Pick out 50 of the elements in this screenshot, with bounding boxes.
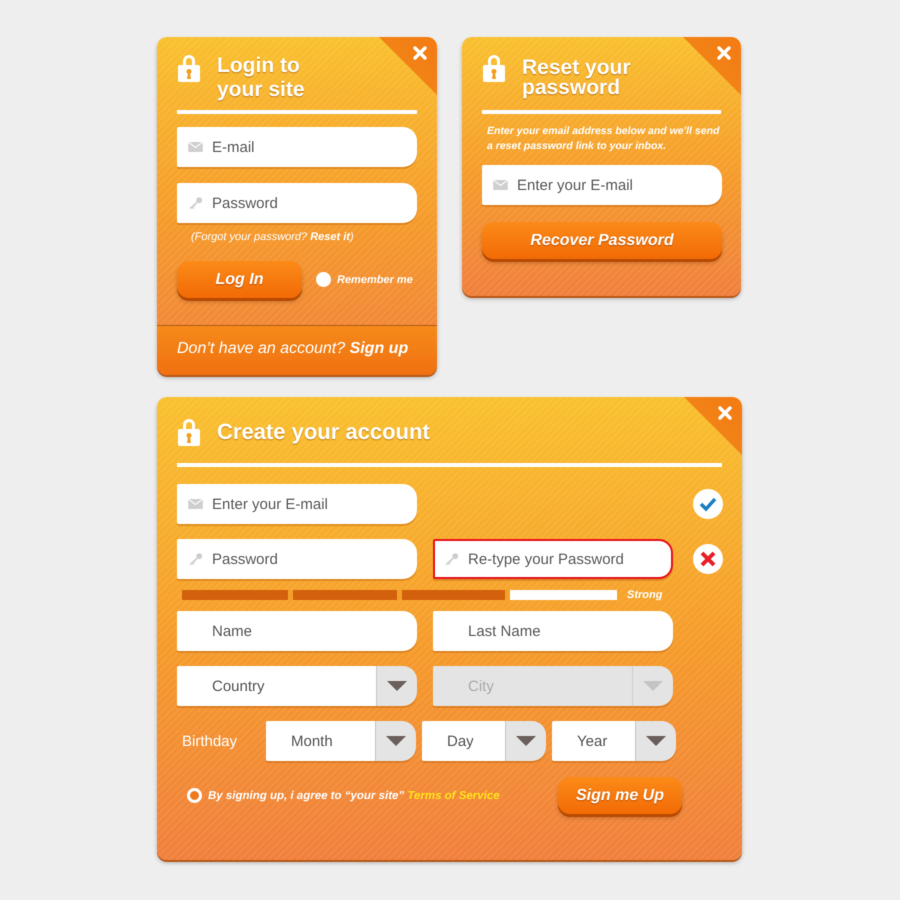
envelope-icon (188, 142, 203, 152)
caret-icon (643, 681, 663, 691)
close-icon (413, 46, 427, 60)
envelope-icon (188, 499, 203, 509)
key-icon (188, 552, 203, 566)
close-button[interactable] (683, 37, 741, 95)
strength-label: Strong (627, 589, 662, 601)
padlock-icon (177, 53, 201, 83)
signup-prompt: Don’t have an account? Sign up (177, 340, 410, 358)
email-field[interactable]: E-mail (177, 127, 417, 167)
remember-label: Remember me (337, 274, 413, 286)
terms-link[interactable]: Terms of Service (407, 790, 500, 802)
card-title: Create your account (217, 420, 430, 444)
key-icon (188, 196, 203, 210)
caret-icon (386, 736, 406, 746)
caret-icon (387, 681, 407, 691)
instruction-text: Enter your email address below and we'll send a reset password link to your inbox. (487, 124, 720, 154)
password-field[interactable]: Password (177, 183, 417, 223)
birthday-label: Birthday (182, 732, 238, 750)
recover-button[interactable]: Recover Password (482, 222, 722, 259)
email-field[interactable]: Enter your E-mail (177, 484, 417, 524)
card-title: Reset your password (522, 58, 632, 98)
reset-link[interactable]: Reset it (310, 231, 350, 243)
login-button[interactable]: Log In (177, 261, 302, 298)
padlock-icon (177, 417, 201, 447)
envelope-icon (493, 180, 508, 190)
close-button[interactable] (379, 37, 437, 95)
email-field[interactable]: Enter your E-mail (482, 165, 722, 205)
close-icon (717, 46, 731, 60)
close-icon (718, 406, 732, 420)
country-dropdown[interactable]: Country (177, 666, 417, 706)
radio-button[interactable] (187, 788, 202, 803)
caret-icon (646, 736, 666, 746)
key-icon (444, 552, 459, 566)
year-dropdown[interactable]: Year (552, 721, 676, 761)
forgot-password-text: (Forgot your password? Reset it) (191, 231, 355, 243)
signup-button[interactable]: Sign me Up (558, 777, 682, 814)
close-button[interactable] (684, 397, 742, 455)
card-title: Login to your site (217, 54, 306, 102)
signup-link[interactable]: Sign up (350, 340, 408, 357)
name-field[interactable]: Name (177, 611, 417, 651)
terms-text: By signing up, i agree to “your site” Terms of Service (208, 790, 500, 802)
caret-icon (516, 736, 536, 746)
password-field[interactable]: Password (177, 539, 417, 579)
retype-password-field[interactable]: Re-type your Password (433, 539, 673, 579)
month-dropdown[interactable]: Month (266, 721, 416, 761)
radio-button[interactable] (316, 272, 331, 287)
padlock-icon (482, 53, 506, 83)
last-name-field[interactable]: Last Name (433, 611, 673, 651)
day-dropdown[interactable]: Day (422, 721, 546, 761)
